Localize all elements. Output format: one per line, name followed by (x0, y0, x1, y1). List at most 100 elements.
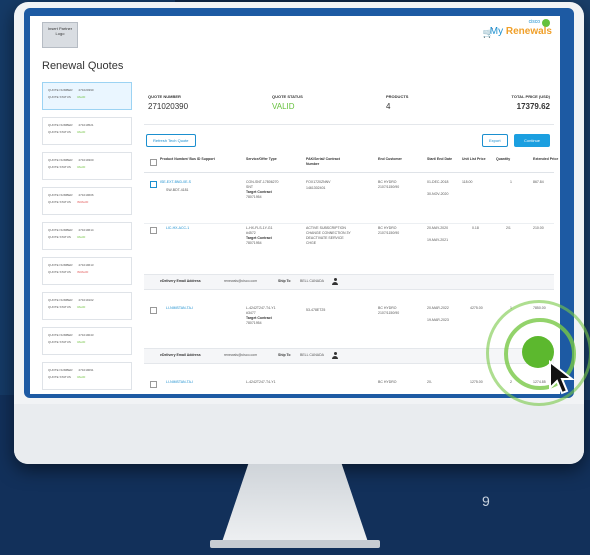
export-button[interactable]: Export (482, 134, 508, 147)
person-icon[interactable] (332, 352, 338, 359)
quote-status-value: VALID (76, 375, 86, 379)
quote-status-label: QUOTE STATUS (48, 235, 71, 239)
product-number-link[interactable]: LIC-HX-ACC-1 (166, 226, 189, 231)
summary-label: QUOTE STATUS (272, 94, 303, 99)
end-customer-2: 2107/1150/90 (378, 185, 400, 189)
quote-number-value: 271019614 (78, 228, 94, 232)
column-header[interactable]: Extended Price (533, 157, 560, 162)
quote-card[interactable]: QUOTE NUMBER 271019613 QUOTE STATUS INVALID (42, 257, 132, 285)
product-number-link[interactable]: LI-NIMSTAN-TA-I (166, 306, 193, 311)
unit-price: 0.18 (472, 226, 479, 230)
column-header[interactable]: Product Number/ Bus ID Support (160, 157, 230, 162)
start-date: 20- (427, 380, 433, 384)
quote-card[interactable]: QUOTE NUMBER 271020390 QUOTE STATUS VALID (42, 82, 132, 110)
quote-card[interactable]: QUOTE NUMBER 271019043 QUOTE STATUS VALID (42, 327, 132, 355)
end-date: 30-NOV-2020 (427, 192, 449, 196)
quote-status-label: QUOTE STATUS (48, 375, 71, 379)
extended-price: 210.00 (533, 226, 544, 230)
my-renewals-brand[interactable]: My Renewals (490, 26, 552, 37)
quote-status-label: QUOTE STATUS (48, 305, 71, 309)
quote-status-row: QUOTE STATUS INVALID (48, 269, 126, 276)
table-header: Product Number/ Bus ID Support Service/Of… (144, 154, 558, 173)
quantity: 1 (510, 180, 512, 184)
person-icon[interactable] (332, 278, 338, 285)
partner-logo-placeholder: Insert Partner Logo (42, 22, 78, 48)
pak-serial: FOX1720ZNNV (306, 180, 331, 184)
quote-card[interactable]: QUOTE NUMBER 271019606 QUOTE STATUS INVALID (42, 187, 132, 215)
product-number-link[interactable]: ISE-EXT-BND-0E-S (160, 180, 191, 185)
quote-card[interactable]: QUOTE NUMBER 271019614 QUOTE STATUS VALID (42, 222, 132, 250)
start-date: 20-MAR-2022 (427, 306, 449, 310)
end-date: 19-MAR-2023 (427, 318, 449, 322)
quote-number-label: QUOTE NUMBER (48, 298, 73, 302)
end-date: 19-MAY-2021 (427, 238, 449, 242)
quote-status-row: QUOTE STATUS INVALID (48, 199, 126, 206)
quote-status-label: QUOTE STATUS (48, 200, 71, 204)
quote-status-value: VALID (76, 95, 86, 99)
quote-status-row: QUOTE STATUS VALID (48, 94, 126, 101)
select-all-checkbox[interactable] (150, 159, 157, 166)
summary-value: VALID (272, 102, 295, 111)
row-checkbox[interactable] (150, 227, 157, 234)
continue-button[interactable]: Continue (514, 134, 551, 147)
product-number-link[interactable]: LI-NIMSTAN-TA-I (166, 380, 193, 385)
summary-total-price: TOTAL PRICE (USD) 17379.62 (490, 94, 550, 111)
summary-value: 4 (386, 102, 391, 111)
row-checkbox[interactable] (150, 307, 157, 314)
summary-quote-status: QUOTE STATUS VALID (272, 94, 303, 111)
quote-card[interactable]: QUOTE NUMBER 271019521 QUOTE STATUS VALID (42, 117, 132, 145)
row-checkbox[interactable] (150, 381, 157, 388)
summary-products: PRODUCTS 4 (386, 94, 408, 111)
quote-status-value: VALID (76, 130, 86, 134)
quote-summary: QUOTE NUMBER 271020390 QUOTE STATUS VALI… (144, 82, 554, 125)
quote-status-row: QUOTE STATUS VALID (48, 129, 126, 136)
quantity: 2/1 (506, 226, 511, 230)
pak-serial-2: 1461302401 (306, 186, 326, 190)
quote-status-label: QUOTE STATUS (48, 95, 71, 99)
edelivery-label: eDelivery Email Address (160, 353, 201, 357)
quote-status-value: INVALID (76, 200, 89, 204)
quote-card[interactable]: QUOTE NUMBER 271019300 QUOTE STATUS VALID (42, 152, 132, 180)
summary-label: TOTAL PRICE (USD) (511, 94, 550, 99)
page-number: 9 (482, 493, 490, 509)
ship-to-value: BELL CANADA (300, 279, 324, 283)
column-header[interactable]: Quantity (496, 157, 536, 162)
quote-number-value: 271020390 (78, 88, 94, 92)
monitor-stand-base (210, 540, 380, 548)
quote-status-label: QUOTE STATUS (48, 270, 71, 274)
quote-list: QUOTE NUMBER 271020390 QUOTE STATUS VALID QU… (42, 82, 138, 394)
quote-number-row: QUOTE NUMBER 271020390 (48, 87, 126, 94)
edelivery-email: renewals@cisco.com (224, 279, 258, 283)
ship-to-value: BELL CANADA (300, 353, 324, 357)
quote-number-label: QUOTE NUMBER (48, 88, 73, 92)
extended-price: 867.84 (533, 180, 544, 184)
column-header[interactable]: Start/ End Date (427, 157, 467, 162)
pak-serial-4: CHGE (306, 241, 317, 245)
quote-number-label: QUOTE NUMBER (48, 263, 73, 267)
quote-number-row: QUOTE NUMBER 271019102 (48, 297, 126, 304)
contract-number: 78071954 (246, 321, 262, 325)
quote-number-value: 271019043 (78, 333, 94, 337)
table-row: ISE-EXT-BND-0E-S SW-BDT-4181 CON-SNT-178… (144, 178, 554, 218)
row-checkbox[interactable] (150, 181, 157, 188)
column-header[interactable]: End Customer (378, 157, 418, 162)
pak-serial: 53-478ET25 (306, 308, 326, 312)
quote-status-row: QUOTE STATUS VALID (48, 374, 126, 381)
summary-label: PRODUCTS (386, 94, 409, 99)
quote-card[interactable]: QUOTE NUMBER 271019102 QUOTE STATUS VALID (42, 292, 132, 320)
quote-number-row: QUOTE NUMBER 271019043 (48, 332, 126, 339)
quote-card[interactable]: QUOTE NUMBER 271019091 QUOTE STATUS VALID (42, 362, 132, 390)
summary-label: QUOTE NUMBER (148, 94, 181, 99)
column-header[interactable]: Service/Offer Type (246, 157, 286, 162)
quote-status-value: VALID (76, 235, 86, 239)
quote-number-value: 271019102 (78, 298, 94, 302)
quote-number-row: QUOTE NUMBER 271019091 (48, 367, 126, 374)
column-header[interactable]: PAK/Serial/ Contract Number (306, 157, 346, 166)
quote-status-value: INVALID (76, 270, 89, 274)
delivery-info-row: eDelivery Email Address renewals@cisco.c… (144, 274, 554, 290)
quote-number-value: 271019606 (78, 193, 94, 197)
end-customer: BC HYDRO (378, 380, 397, 384)
quote-number-label: QUOTE NUMBER (48, 123, 73, 127)
unit-price: 4275.00 (470, 306, 483, 310)
refresh-tech-quote-button[interactable]: Refresh Tech Quote (146, 134, 196, 147)
